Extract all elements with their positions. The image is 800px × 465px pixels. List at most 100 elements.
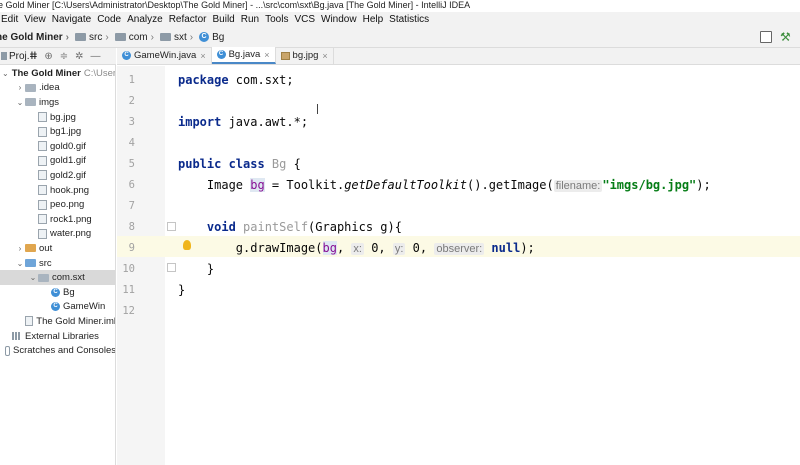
target-icon[interactable]: ⊕ [44, 51, 52, 62]
tree-item-imgs[interactable]: ⌄ imgs [0, 95, 115, 110]
menu-vcs[interactable]: VCS [292, 12, 319, 27]
tree-item-com-sxt[interactable]: ⌄ com.sxt [0, 270, 115, 285]
line-number: 12 [122, 305, 135, 317]
class-name: Bg [264, 157, 287, 171]
tree-item-label: hook.png [50, 184, 90, 196]
keyword: package [178, 73, 229, 87]
tree-item-gold1-gif[interactable]: gold1.gif [0, 154, 115, 169]
parameter-hint: x: [351, 243, 364, 255]
chevron-down-icon[interactable]: ⌄ [28, 273, 38, 282]
menu-help[interactable]: Help [361, 12, 388, 27]
tree-item-rock1-png[interactable]: rock1.png [0, 212, 115, 227]
tree-item-peo-png[interactable]: peo.png [0, 197, 115, 212]
breadcrumb-com[interactable]: com › [114, 32, 160, 43]
package-icon [38, 273, 49, 282]
menu-statistics[interactable]: Statistics [387, 12, 433, 27]
file-icon [38, 199, 47, 210]
tree-item-label: The Gold Miner [11, 67, 81, 79]
breadcrumb-sxt[interactable]: sxt › [159, 32, 199, 43]
editor-tab-bg-jpg[interactable]: bg.jpg × [276, 47, 334, 64]
tree-item-scratches-and-consoles[interactable]: Scratches and Consoles [0, 343, 115, 358]
menu-bar: Edit View Navigate Code Analyze Refactor Build… [0, 12, 800, 27]
tree-item-hook-png[interactable]: hook.png [0, 183, 115, 198]
editor-tab-label: bg.jpg [292, 50, 319, 61]
code-text: 0, [405, 241, 435, 255]
folder-icon [25, 244, 36, 253]
breadcrumb-bg[interactable]: C Bg [199, 32, 230, 43]
text-cursor [317, 104, 318, 114]
tree-item-water-png[interactable]: water.png [0, 227, 115, 242]
code-text: ().getImage( [467, 178, 554, 192]
editor-tab-bg-java[interactable]: C Bg.java × [211, 47, 276, 64]
breadcrumb-project[interactable]: he Gold Miner › [0, 32, 75, 43]
file-icon [38, 185, 47, 196]
code-line-8: void paintSelf(Graphics g){ [178, 217, 402, 238]
folder-icon [25, 83, 36, 92]
breadcrumb-src[interactable]: src › [75, 32, 115, 43]
file-icon [38, 112, 47, 123]
folder-icon [114, 33, 126, 41]
code-text: } [178, 283, 186, 297]
window-title-bar: e Gold Miner [C:\Users\Administrator\Des… [0, 0, 800, 12]
collapse-icon[interactable]: ≑ [60, 51, 68, 62]
build-hammer-icon[interactable]: ⚒ [780, 31, 792, 43]
menu-tools[interactable]: Tools [263, 12, 292, 27]
parameter-hint: observer: [434, 243, 485, 255]
tree-item-gold2-gif[interactable]: gold2.gif [0, 168, 115, 183]
chevron-down-icon[interactable]: ⌄ [15, 98, 25, 107]
tree-item-gamewin[interactable]: C GameWin [0, 300, 115, 315]
tree-item-the-gold-miner[interactable]: ⌄The Gold MinerC:\Users [0, 66, 116, 81]
line-number: 7 [128, 200, 135, 212]
code-line-9: g.drawImage(bg, x: 0, y: 0, observer: nu… [178, 238, 535, 259]
chevron-down-icon[interactable]: ⌄ [15, 259, 25, 268]
tree-item-label: rock1.png [50, 213, 92, 225]
file-icon [38, 155, 47, 166]
code-text: ); [696, 178, 711, 192]
fold-marker-icon[interactable] [167, 222, 176, 231]
project-icon [1, 52, 7, 60]
gear-icon[interactable]: ✲ [75, 51, 83, 62]
tree-item-external-libraries[interactable]: External Libraries [0, 329, 115, 344]
lightbulb-icon[interactable] [183, 240, 191, 250]
navigation-bar: he Gold Miner › src › com › sxt › C Bg ⚒ [0, 27, 800, 48]
tree-item-path: C:\Users [83, 67, 116, 79]
minimize-icon[interactable]: — [91, 51, 101, 62]
tree-item-label: water.png [50, 228, 92, 240]
menu-run[interactable]: Run [239, 12, 263, 27]
fold-marker-icon[interactable] [167, 263, 176, 272]
menu-navigate[interactable]: Navigate [50, 12, 95, 27]
tree-item-out[interactable]: › out [0, 241, 115, 256]
chevron-right-icon[interactable]: › [15, 244, 25, 253]
folder-icon [159, 33, 171, 41]
code-line-11: } [178, 280, 185, 301]
tree-item-bg-jpg[interactable]: bg.jpg [0, 110, 115, 125]
menu-edit[interactable]: Edit [0, 12, 22, 27]
tree-item-label: com.sxt [52, 272, 85, 284]
line-number: 5 [128, 158, 135, 170]
code-text: ); [520, 241, 535, 255]
close-icon[interactable]: × [200, 51, 205, 61]
tree-item--idea[interactable]: › .idea [0, 81, 115, 96]
tree-item-the-gold-miner-iml[interactable]: The Gold Miner.iml [0, 314, 115, 329]
menu-view[interactable]: View [22, 12, 50, 27]
menu-refactor[interactable]: Refactor [167, 12, 211, 27]
editor-tab-bar: C GameWin.java × C Bg.java × bg.jpg × [117, 47, 800, 65]
close-icon[interactable]: × [264, 50, 269, 60]
class-icon: C [216, 50, 226, 59]
tree-item-bg1-jpg[interactable]: bg1.jpg [0, 124, 115, 139]
source-folder-icon [25, 259, 36, 268]
tree-item-bg[interactable]: C Bg [0, 285, 115, 300]
tree-item-src[interactable]: ⌄ src [0, 256, 115, 271]
run-configuration-icon[interactable] [760, 31, 772, 43]
menu-code[interactable]: Code [95, 12, 125, 27]
keyword: public class [178, 157, 265, 171]
editor-tab-gamewin-java[interactable]: C GameWin.java × [117, 47, 212, 64]
menu-build[interactable]: Build [210, 12, 238, 27]
menu-window[interactable]: Window [319, 12, 361, 27]
menu-analyze[interactable]: Analyze [125, 12, 167, 27]
project-tab[interactable]: Proj.ⵌ [0, 51, 37, 62]
chevron-down-icon[interactable]: ⌄ [2, 69, 9, 78]
chevron-right-icon[interactable]: › [15, 83, 25, 92]
close-icon[interactable]: × [322, 51, 327, 61]
tree-item-gold0-gif[interactable]: gold0.gif [0, 139, 115, 154]
